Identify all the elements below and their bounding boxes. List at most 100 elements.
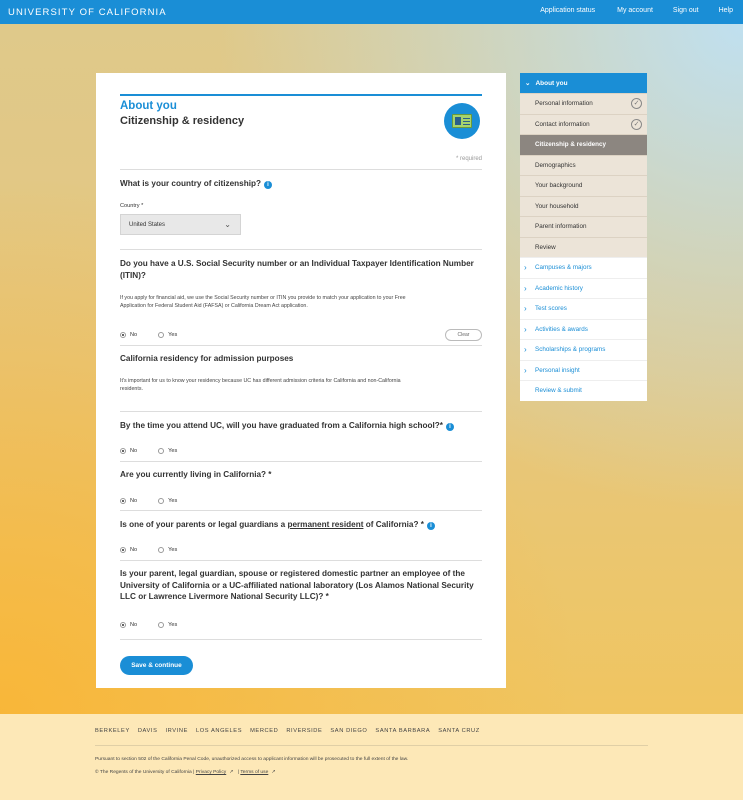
sidebar-item-demographics[interactable]: Demographics <box>520 154 647 175</box>
employee-yes-option[interactable]: Yes <box>158 622 177 628</box>
radio-selected[interactable] <box>120 622 126 628</box>
external-link-icon: ↗ <box>271 769 276 775</box>
sidebar-section-personal-insight[interactable]: › Personal insight <box>520 359 647 380</box>
ssn-yes-option[interactable]: Yes <box>158 332 177 338</box>
checkmark-icon: ✓ <box>631 98 642 109</box>
citizenship-question-text: What is your country of citizenship? <box>120 179 262 188</box>
sidebar-item-parent-information[interactable]: Parent information <box>520 216 647 237</box>
country-select[interactable]: United States ⌄ <box>120 214 241 235</box>
radio-unselected[interactable] <box>158 498 165 504</box>
info-icon[interactable]: i <box>446 423 454 431</box>
employee-no-option[interactable]: No <box>120 622 137 628</box>
clear-button[interactable]: Clear <box>445 329 482 341</box>
highschool-yes-option[interactable]: Yes <box>158 448 177 454</box>
application-status-link[interactable]: Application status <box>540 7 595 14</box>
radio-unselected[interactable] <box>158 448 165 454</box>
info-icon[interactable]: i <box>426 522 435 530</box>
highschool-no-option[interactable]: No <box>120 448 137 454</box>
divider <box>120 510 482 511</box>
footer-divider <box>95 745 648 746</box>
radio-unselected[interactable] <box>158 332 165 338</box>
campus-link-santa-barbara[interactable]: SANTA BARBARA <box>375 728 430 734</box>
campus-link-irvine[interactable]: IRVINE <box>166 728 188 734</box>
campus-link-berkeley[interactable]: BERKELEY <box>95 728 130 734</box>
uc-brand-logo[interactable]: UNIVERSITY OF CALIFORNIA <box>8 7 167 18</box>
campus-link-los-angeles[interactable]: LOS ANGELES <box>196 728 242 734</box>
divider <box>120 249 482 250</box>
ssn-no-option[interactable]: No <box>120 332 137 338</box>
external-link-icon: ↗ <box>229 769 234 775</box>
sidebar-section-test-scores[interactable]: › Test scores <box>520 298 647 319</box>
sidebar-item-contact-information[interactable]: Contact information ✓ <box>520 113 647 134</box>
living-yes-option[interactable]: Yes <box>158 498 177 504</box>
sidebar-section-about-you[interactable]: ⌄ About you <box>520 73 647 93</box>
chevron-right-icon: › <box>524 365 527 375</box>
sidebar-section-scholarships-programs[interactable]: › Scholarships & programs <box>520 339 647 360</box>
save-continue-button[interactable]: Save & continue <box>120 656 193 675</box>
parents-question-suffix: of California? * <box>363 520 424 529</box>
radio-selected[interactable] <box>120 547 126 553</box>
info-icon[interactable]: i <box>264 181 273 189</box>
sidebar-item-personal-information[interactable]: Personal information ✓ <box>520 93 647 114</box>
sidebar-item-label: Your household <box>535 202 579 210</box>
divider <box>120 345 482 346</box>
sidebar-section-label: Academic history <box>535 284 583 292</box>
sidebar-item-label: Review <box>535 243 556 251</box>
terms-of-use-link[interactable]: Terms of use <box>240 770 268 775</box>
sidebar-item-label: Parent information <box>535 223 587 230</box>
radio-selected[interactable] <box>120 448 126 454</box>
radio-unselected[interactable] <box>158 622 165 628</box>
chevron-right-icon: › <box>524 263 527 272</box>
living-question: Are you currently living in California? … <box>120 470 272 479</box>
country-select-value: United States <box>129 222 166 228</box>
parents-yes-option[interactable]: Yes <box>158 547 177 553</box>
option-label: No <box>130 547 138 553</box>
option-label: No <box>130 448 138 454</box>
copyright-line: © The Regents of the University of Calif… <box>95 769 276 775</box>
radio-selected[interactable] <box>120 332 126 338</box>
sidebar-item-citizenship-residency[interactable]: Citizenship & residency <box>520 134 647 155</box>
radio-unselected[interactable] <box>158 547 165 553</box>
option-label: Yes <box>168 332 178 338</box>
sidebar-item-review[interactable]: Review <box>520 236 647 257</box>
permanent-resident-link[interactable]: permanent resident <box>287 520 363 529</box>
sidebar-item-your-household[interactable]: Your household <box>520 195 647 216</box>
employee-radio-group: No Yes <box>120 622 177 628</box>
ssn-radio-group: No Yes <box>120 332 177 338</box>
sidebar-section-academic-history[interactable]: › Academic history <box>520 277 647 298</box>
sidebar-item-label: Your background <box>535 182 583 189</box>
campus-link-santa-cruz[interactable]: SANTA CRUZ <box>438 728 480 734</box>
divider <box>120 169 482 170</box>
campus-links: BERKELEY DAVIS IRVINE LOS ANGELES MERCED… <box>95 728 488 734</box>
top-navigation-bar: UNIVERSITY OF CALIFORNIA Application sta… <box>0 0 743 24</box>
privacy-policy-link[interactable]: Privacy Policy <box>196 770 226 775</box>
parents-no-option[interactable]: No <box>120 547 137 553</box>
copyright-text: © The Regents of the University of Calif… <box>95 770 192 775</box>
sidebar-review-submit[interactable]: Review & submit <box>520 380 647 401</box>
sidebar-item-label: Personal information <box>535 100 593 107</box>
campus-link-davis[interactable]: DAVIS <box>138 728 158 734</box>
radio-selected[interactable] <box>120 498 126 504</box>
sign-out-link[interactable]: Sign out <box>673 7 699 14</box>
sidebar-section-activities-awards[interactable]: › Activities & awards <box>520 318 647 339</box>
sidebar-item-your-background[interactable]: Your background <box>520 175 647 196</box>
sidebar-section-label: Scholarships & programs <box>535 346 606 353</box>
sidebar-item-label: Demographics <box>535 161 576 169</box>
checkmark-icon: ✓ <box>631 118 642 130</box>
ssn-question: Do you have a U.S. Social Security numbe… <box>120 259 474 280</box>
my-account-link[interactable]: My account <box>617 7 653 14</box>
parents-question-text: Is one of your parents or legal guardian… <box>120 520 288 529</box>
sidebar-section-campuses-majors[interactable]: › Campuses & majors <box>520 257 647 278</box>
sidebar-header-label: About you <box>535 80 568 87</box>
campus-link-san-diego[interactable]: SAN DIEGO <box>330 728 367 734</box>
highschool-question-text: By the time you attend UC, will you have… <box>120 421 443 430</box>
living-no-option[interactable]: No <box>120 498 137 504</box>
divider <box>120 560 482 561</box>
section-title: About you <box>120 100 177 112</box>
campus-link-merced[interactable]: MERCED <box>250 728 278 734</box>
option-label: No <box>130 498 138 504</box>
employee-question: Is your parent, legal guardian, spouse o… <box>120 569 474 601</box>
campus-link-riverside[interactable]: RIVERSIDE <box>286 728 322 734</box>
help-link[interactable]: Help <box>719 7 733 14</box>
chevron-down-icon: ⌄ <box>224 220 231 229</box>
